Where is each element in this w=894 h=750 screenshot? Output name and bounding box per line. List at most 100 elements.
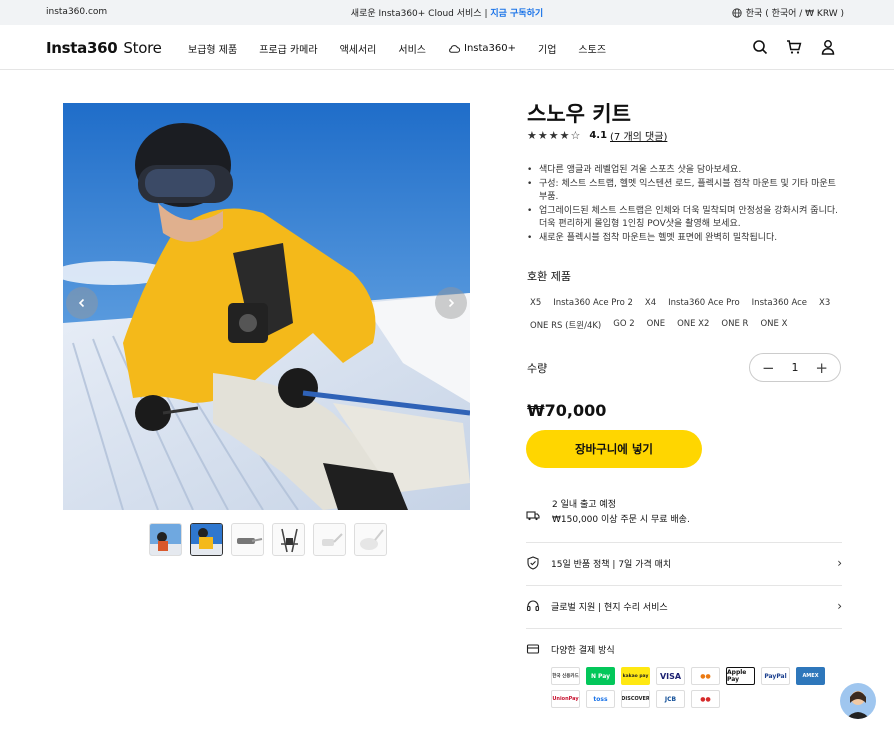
header-actions bbox=[752, 39, 836, 55]
support-text: 글로벌 지원 | 현지 수리 서비스 bbox=[551, 602, 668, 613]
logo[interactable]: Insta360 Store bbox=[46, 39, 162, 57]
search-icon[interactable] bbox=[752, 39, 768, 55]
feature-item: 새로운 플렉시블 접착 마운트는 헬멧 표면에 완벽히 밀착됩니다. bbox=[527, 232, 842, 246]
ship-date: 2 일내 출고 예정 bbox=[552, 500, 616, 510]
paypal-icon: PayPal bbox=[761, 667, 790, 685]
compat-chip[interactable]: Insta360 Ace Pro bbox=[665, 295, 743, 311]
main-nav: 보급형 제품 프로급 카메라 액세서리 서비스 Insta360+ 기업 스토즈 bbox=[188, 41, 628, 56]
payment-methods-row: 다양한 결제 방식 bbox=[526, 642, 842, 656]
reviews-link[interactable]: (7 개의 댓글) bbox=[610, 128, 667, 143]
card-icon bbox=[526, 644, 540, 654]
thumbnail-1[interactable] bbox=[149, 523, 182, 556]
nav-item-pro[interactable]: 프로급 카메라 bbox=[259, 41, 317, 56]
quantity-label: 수량 bbox=[527, 362, 548, 375]
prev-image-button[interactable] bbox=[66, 287, 98, 319]
compat-chip[interactable]: ONE RS (트윈/4K) bbox=[527, 316, 604, 334]
chevron-right-icon: › bbox=[837, 556, 842, 570]
add-to-cart-button[interactable]: 장바구니에 넣기 bbox=[526, 430, 702, 468]
chevron-right-icon: › bbox=[837, 599, 842, 613]
apple-pay-icon: Apple Pay bbox=[726, 667, 755, 685]
subscribe-link[interactable]: 지금 구독하기 bbox=[490, 9, 543, 19]
site-header: Insta360 Store 보급형 제품 프로급 카메라 액세서리 서비스 In… bbox=[0, 25, 894, 70]
nav-item-stores[interactable]: 스토즈 bbox=[578, 41, 606, 56]
globe-icon bbox=[732, 7, 742, 18]
cart-icon[interactable] bbox=[786, 39, 802, 55]
avatar-image bbox=[846, 691, 870, 719]
thumbnail-image bbox=[237, 538, 263, 544]
next-image-button[interactable] bbox=[435, 287, 467, 319]
headset-icon bbox=[526, 600, 540, 612]
compat-chip[interactable]: GO 2 bbox=[610, 316, 637, 334]
nav-item-insta360plus-label: Insta360+ bbox=[464, 43, 517, 54]
compat-chip[interactable]: X3 bbox=[816, 295, 833, 311]
divider bbox=[526, 628, 842, 629]
chevron-right-icon bbox=[448, 298, 455, 308]
product-main-image[interactable] bbox=[63, 103, 470, 510]
chevron-left-icon bbox=[78, 298, 85, 308]
maestro-icon: ●● bbox=[691, 690, 720, 708]
nav-item-enterprise[interactable]: 기업 bbox=[538, 41, 556, 56]
thumbnail-5[interactable] bbox=[313, 523, 346, 556]
compat-chip[interactable]: X5 bbox=[527, 295, 544, 311]
star-rating-icon: ★★★★☆ bbox=[527, 129, 582, 142]
unionpay-icon: UnionPay bbox=[551, 690, 580, 708]
truck-icon bbox=[526, 511, 540, 521]
quantity-stepper: − 1 + bbox=[749, 353, 841, 382]
announcement-bar: insta360.com 새로운 Insta360+ Cloud 서비스 | 지… bbox=[0, 0, 894, 25]
korean-card-icon: 한국 신용카드 bbox=[551, 667, 580, 685]
payment-logos: 한국 신용카드 N Pay kakao pay VISA ●● Apple Pa… bbox=[551, 667, 831, 708]
nav-item-services[interactable]: 서비스 bbox=[398, 41, 426, 56]
return-policy-row[interactable]: 15일 반품 정책 | 7일 가격 매치 › bbox=[526, 556, 842, 570]
logo-text: Insta360 bbox=[46, 39, 118, 57]
nav-item-accessories[interactable]: 액세서리 bbox=[340, 41, 377, 56]
feature-item: 색다른 앵글과 레벨업된 겨울 스포츠 샷을 담아보세요. bbox=[527, 164, 842, 178]
thumbnail-4[interactable] bbox=[272, 523, 305, 556]
thumbnail-image bbox=[281, 528, 298, 553]
product-features: 색다른 앵글과 레벨업된 겨울 스포츠 샷을 담아보세요. 구성: 체스트 스트… bbox=[527, 164, 842, 245]
thumbnail-image bbox=[360, 529, 384, 550]
compat-chip[interactable]: ONE X2 bbox=[674, 316, 712, 334]
thumbnail-6[interactable] bbox=[354, 523, 387, 556]
thumbnail-image bbox=[322, 533, 343, 546]
compatible-title: 호환 제품 bbox=[527, 270, 571, 283]
compat-chip[interactable]: ONE R bbox=[718, 316, 751, 334]
feature-item: 구성: 체스트 스트랩, 헬멧 익스텐션 로드, 플렉시블 접착 마운트 및 기… bbox=[527, 178, 842, 205]
plus-icon[interactable]: + bbox=[815, 359, 828, 377]
nav-item-consumer[interactable]: 보급형 제품 bbox=[188, 41, 237, 56]
promo-text: 새로운 Insta360+ Cloud 서비스 | bbox=[350, 9, 488, 19]
compat-chip[interactable]: ONE bbox=[644, 316, 668, 334]
chat-support-avatar[interactable] bbox=[840, 683, 876, 719]
kakao-pay-icon: kakao pay bbox=[621, 667, 650, 685]
support-row[interactable]: 글로벌 지원 | 현지 수리 서비스 › bbox=[526, 599, 842, 613]
thumbnail-image bbox=[191, 524, 222, 555]
snowboarder-photo bbox=[63, 103, 470, 510]
minus-icon[interactable]: − bbox=[762, 359, 775, 377]
user-icon[interactable] bbox=[820, 39, 836, 55]
thumbnail-image bbox=[150, 524, 181, 555]
product-rating: ★★★★☆ 4.1 (7 개의 댓글) bbox=[527, 128, 667, 143]
feature-item: 업그레이드된 체스트 스트랩은 인체와 더욱 밀착되며 안정성을 강화시켜 줍니… bbox=[527, 205, 842, 232]
jcb-icon: JCB bbox=[656, 690, 685, 708]
quantity-value[interactable]: 1 bbox=[792, 361, 799, 374]
product-title: 스노우 키트 bbox=[527, 102, 631, 126]
compat-chip[interactable]: Insta360 Ace bbox=[749, 295, 810, 311]
locale-selector[interactable]: 한국 ( 한국어 / ₩ KRW ) bbox=[732, 6, 844, 19]
discover-icon: DISCOVER bbox=[621, 690, 650, 708]
return-policy-text: 15일 반품 정책 | 7일 가격 매치 bbox=[551, 559, 672, 570]
nav-item-insta360plus[interactable]: Insta360+ bbox=[448, 41, 516, 56]
compatible-products: X5 Insta360 Ace Pro 2 X4 Insta360 Ace Pr… bbox=[527, 295, 847, 334]
locale-label: 한국 ( 한국어 / ₩ KRW ) bbox=[745, 9, 844, 19]
compat-chip[interactable]: X4 bbox=[642, 295, 659, 311]
compat-chip[interactable]: Insta360 Ace Pro 2 bbox=[550, 295, 636, 311]
product-price: ₩70,000 bbox=[527, 401, 607, 420]
cloud-icon bbox=[449, 45, 460, 53]
thumbnail-2[interactable] bbox=[190, 523, 223, 556]
shipping-info: 2 일내 출고 예정 ₩150,000 이상 주문 시 무료 배송. bbox=[526, 498, 690, 528]
free-shipping-note: ₩150,000 이상 주문 시 무료 배송. bbox=[552, 515, 690, 525]
toss-icon: toss bbox=[586, 690, 615, 708]
compat-chip[interactable]: ONE X bbox=[757, 316, 790, 334]
thumbnail-strip bbox=[149, 523, 387, 556]
thumbnail-3[interactable] bbox=[231, 523, 264, 556]
payment-methods-title: 다양한 결제 방식 bbox=[551, 645, 615, 656]
divider bbox=[526, 585, 842, 586]
